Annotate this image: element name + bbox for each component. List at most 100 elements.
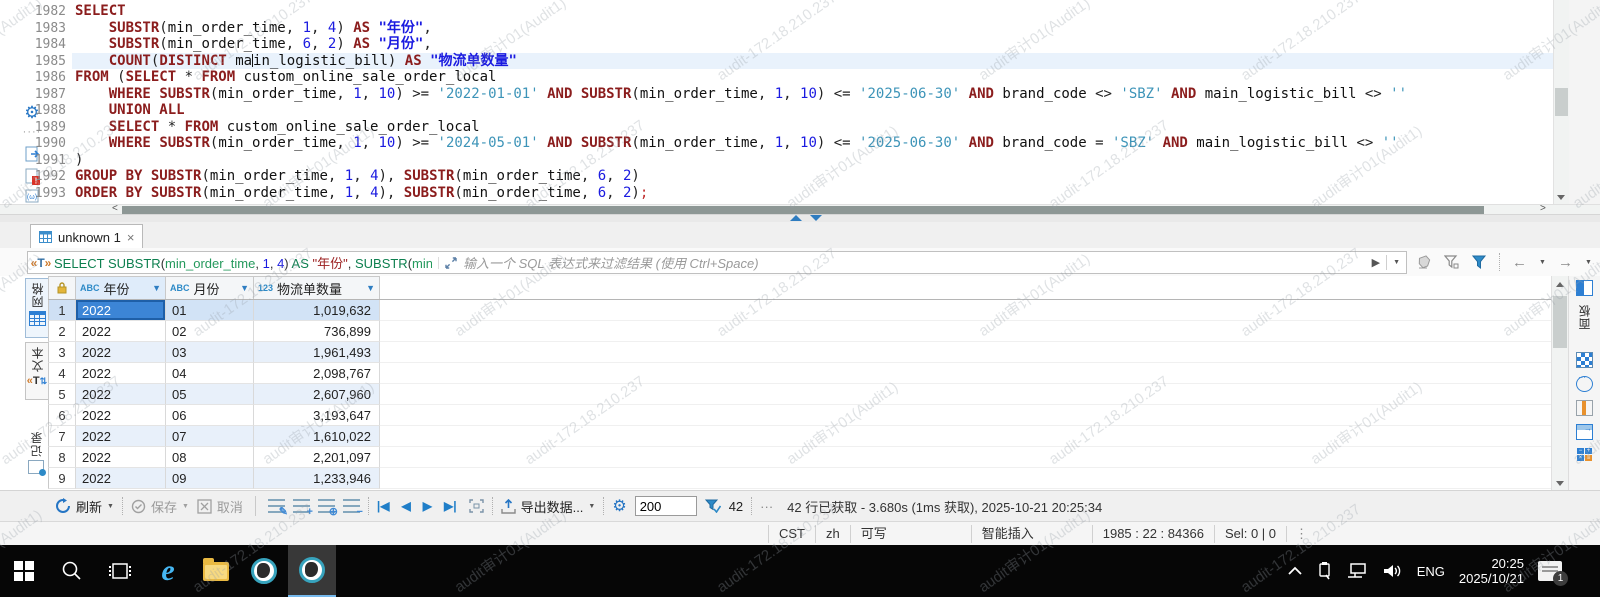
cell-year[interactable]: 2022: [76, 321, 166, 342]
prev-page-icon[interactable]: ◀: [402, 499, 411, 513]
code-line-1991[interactable]: 1991): [0, 152, 1553, 169]
statusbar-item[interactable]: CST: [768, 525, 815, 543]
code-lines[interactable]: 1982SELECT1983 SUBSTR(min_order_time, 1,…: [0, 3, 1553, 201]
refresh-caret-icon[interactable]: ▼: [107, 503, 114, 510]
row-number[interactable]: 9: [48, 468, 76, 489]
column-header-year[interactable]: ABC 年份 ▼: [76, 276, 166, 299]
grouping-panel-icon[interactable]: [1576, 400, 1593, 416]
sash-maximize-arrow[interactable]: [790, 215, 802, 221]
references-panel-icon[interactable]: [1576, 424, 1593, 440]
nav-back-icon[interactable]: ←: [1512, 254, 1527, 271]
results-vscroll-up-arrow[interactable]: [1556, 282, 1564, 287]
sash-minimize-arrow[interactable]: [810, 215, 822, 221]
results-vscroll-down-arrow[interactable]: [1556, 481, 1564, 486]
export-button[interactable]: 导出数据... ▼: [501, 497, 596, 516]
taskbar-search-icon[interactable]: [48, 545, 96, 597]
table-row[interactable]: 62022063,193,647: [48, 405, 1551, 426]
task-view-icon[interactable]: [96, 545, 144, 597]
row-number[interactable]: 1: [48, 300, 76, 321]
notification-center-icon[interactable]: 1: [1538, 561, 1562, 581]
fetch-page-icon[interactable]: [469, 499, 484, 513]
sort-caret-icon[interactable]: ▼: [240, 283, 249, 293]
cell-year[interactable]: 2022: [76, 405, 166, 426]
cell-month[interactable]: 05: [166, 384, 254, 405]
delete-row-icon[interactable]: −: [343, 499, 360, 514]
editor-vertical-scrollbar[interactable]: [1553, 0, 1569, 204]
code-line-1983[interactable]: 1983 SUBSTR(min_order_time, 1, 4) AS "年份…: [0, 20, 1553, 37]
table-row[interactable]: 82022082,201,097: [48, 447, 1551, 468]
code-line-1992[interactable]: 1992GROUP BY SUBSTR(min_order_time, 1, 4…: [0, 168, 1553, 185]
statusbar-item[interactable]: 智能插入: [971, 525, 1092, 543]
start-button[interactable]: [0, 545, 48, 597]
sql-editor[interactable]: ⚙ ···· ! (ω) 1982SELECT1983 SUBSTR(min_o…: [0, 0, 1600, 204]
table-row[interactable]: 12022011,019,632: [48, 300, 1551, 321]
cell-count[interactable]: 2,098,767: [254, 363, 380, 384]
panels-icon[interactable]: [1576, 280, 1593, 296]
cell-year[interactable]: 2022: [76, 300, 166, 321]
statusbar-overflow-icon[interactable]: ⋮: [1286, 526, 1316, 542]
aggregate-panel-icon[interactable]: [1576, 376, 1593, 392]
sort-caret-icon[interactable]: ▼: [366, 283, 375, 293]
sort-caret-icon[interactable]: ▼: [152, 283, 161, 293]
result-tab-close-icon[interactable]: ×: [127, 230, 135, 245]
cell-count[interactable]: 1,233,946: [254, 468, 380, 489]
filter-input[interactable]: «T» SELECT SUBSTR(min_order_time, 1, 4) …: [27, 251, 1407, 274]
refresh-button[interactable]: 刷新 ▼: [55, 497, 114, 516]
table-row[interactable]: 92022091,233,946: [48, 468, 1551, 489]
code-line-1987[interactable]: 1987 WHERE SUBSTR(min_order_time, 1, 10)…: [0, 86, 1553, 103]
cell-count[interactable]: 1,019,632: [254, 300, 380, 321]
code-line-1982[interactable]: 1982SELECT: [0, 3, 1553, 20]
cell-count[interactable]: 1,610,022: [254, 426, 380, 447]
cell-year[interactable]: 2022: [76, 342, 166, 363]
file-explorer-icon[interactable]: [192, 545, 240, 597]
code-line-1985[interactable]: 1985 COUNT(DISTINCT main_logistic_bill) …: [0, 53, 1553, 70]
dbeaver-icon[interactable]: [240, 545, 288, 597]
last-page-icon[interactable]: ▶|: [444, 499, 457, 513]
next-page-icon[interactable]: ▶: [423, 499, 432, 513]
code-line-1984[interactable]: 1984 SUBSTR(min_order_time, 6, 2) AS "月份…: [0, 36, 1553, 53]
cell-count[interactable]: 2,201,097: [254, 447, 380, 468]
code-line-1989[interactable]: 1989 SELECT * FROM custom_online_sale_or…: [0, 119, 1553, 136]
results-vscroll-thumb[interactable]: [1553, 296, 1567, 348]
cell-year[interactable]: 2022: [76, 384, 166, 405]
cell-year[interactable]: 2022: [76, 426, 166, 447]
export-caret-icon[interactable]: ▼: [588, 503, 595, 510]
tray-chevron-icon[interactable]: [1287, 566, 1303, 576]
view-tab-text[interactable]: 文本 «T⇅: [25, 342, 49, 400]
editor-vscroll-thumb[interactable]: [1555, 88, 1568, 116]
results-vertical-scrollbar[interactable]: [1551, 276, 1568, 490]
result-grid[interactable]: ABC 年份 ▼ ABC 月份 ▼ 123 物流单数量 ▼ 12022011,0…: [48, 276, 1551, 489]
row-number[interactable]: 2: [48, 321, 76, 342]
row-number[interactable]: 5: [48, 384, 76, 405]
table-row[interactable]: 52022052,607,960: [48, 384, 1551, 405]
filter-history-caret-icon[interactable]: ▼: [1393, 259, 1400, 266]
cell-count[interactable]: 2,607,960: [254, 384, 380, 405]
cell-count[interactable]: 1,961,493: [254, 342, 380, 363]
fetch-size-input[interactable]: [635, 496, 697, 516]
row-number[interactable]: 8: [48, 447, 76, 468]
nav-forward-caret-icon[interactable]: ▼: [1585, 259, 1592, 266]
result-settings-gear-icon[interactable]: ⚙: [612, 496, 626, 516]
row-number[interactable]: 4: [48, 363, 76, 384]
network-icon[interactable]: [1347, 563, 1369, 579]
cell-month[interactable]: 01: [166, 300, 254, 321]
filters-menu-icon[interactable]: [1472, 255, 1487, 270]
row-number[interactable]: 3: [48, 342, 76, 363]
nav-back-caret-icon[interactable]: ▼: [1539, 259, 1546, 266]
hscroll-right-arrow[interactable]: >: [1540, 203, 1546, 214]
duplicate-row-icon[interactable]: ⊕: [318, 499, 335, 514]
table-row[interactable]: 32022031,961,493: [48, 342, 1551, 363]
cell-month[interactable]: 09: [166, 468, 254, 489]
cell-month[interactable]: 04: [166, 363, 254, 384]
apply-filter-icon[interactable]: ▶: [1372, 256, 1380, 269]
grid-corner-cell[interactable]: [48, 276, 76, 299]
calc-panel-icon[interactable]: [1576, 352, 1593, 368]
cell-count[interactable]: 736,899: [254, 321, 380, 342]
column-header-month[interactable]: ABC 月份 ▼: [166, 276, 254, 299]
statusbar-item[interactable]: 1985 : 22 : 84366: [1092, 525, 1214, 543]
dbeaver-active-window[interactable]: [288, 545, 336, 597]
hscroll-left-arrow[interactable]: <: [112, 203, 118, 214]
cell-count[interactable]: 3,193,647: [254, 405, 380, 426]
filter-expand-icon[interactable]: [438, 257, 457, 269]
table-row[interactable]: 2202202736,899: [48, 321, 1551, 342]
